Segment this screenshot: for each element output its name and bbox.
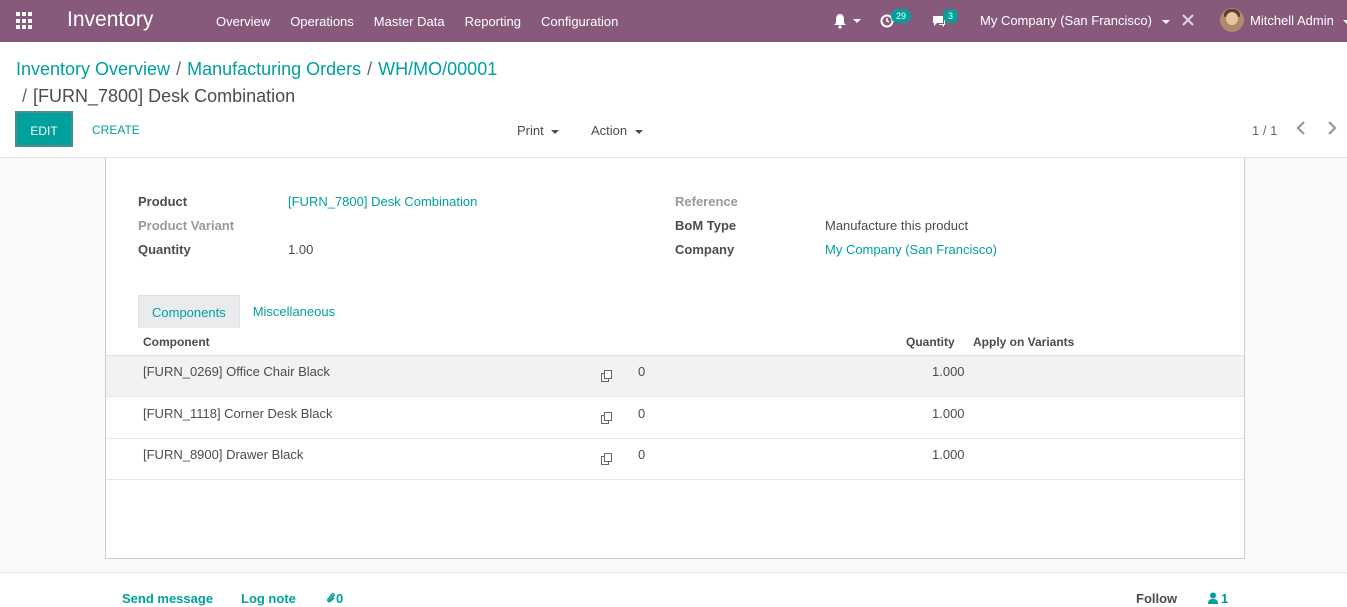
followers-button[interactable]: 1 [1208,591,1228,606]
messages-button[interactable]: 3 [930,8,970,34]
company-name: My Company (San Francisco) [980,13,1152,28]
control-panel: Inventory Overview / Manufacturing Orders /… [0,42,1347,158]
reference-label: Reference [675,194,738,209]
log-note-button[interactable]: Log note [241,591,296,606]
quantity-value: 1.00 [288,242,314,257]
pager-value[interactable]: 1 / 1 [1252,123,1277,138]
bell-icon [834,14,861,29]
message-count-badge: 3 [943,9,959,23]
chatter-bar: Send message Log note 0 Follow 1 [0,572,1347,607]
attachments-button[interactable]: 0 [326,591,343,606]
product-value[interactable]: [FURN_7800] Desk Combination [288,194,477,209]
attachments-count: 0 [336,591,344,606]
activity-count-badge: 29 [891,9,912,23]
main-menu: Overview Operations Master Data Reportin… [206,0,628,42]
send-message-button[interactable]: Send message [122,591,213,606]
breadcrumb-manufacturing-orders[interactable]: Manufacturing Orders [187,59,361,79]
avatar[interactable] [1220,8,1244,32]
followers-count: 1 [1221,591,1229,606]
tab-components[interactable]: Components [138,295,240,328]
user-menu[interactable]: Mitchell Admin [1250,13,1347,28]
component-quantity: 1.000 [932,406,965,421]
breadcrumb-current-line: / [FURN_7800] Desk Combination [22,86,296,106]
component-name: [FURN_1118] Corner Desk Black [143,406,333,421]
menu-overview[interactable]: Overview [206,14,280,29]
user-icon [1208,592,1218,604]
chevron-down-icon [1343,19,1347,24]
edit-button[interactable]: EDIT [15,111,73,147]
copy-icon[interactable] [601,453,613,466]
apps-menu-icon[interactable] [16,12,34,30]
action-label: Action [591,123,628,138]
copy-icon[interactable] [601,370,613,383]
previous-record-icon[interactable] [1294,119,1308,137]
column-header-component[interactable]: Component [143,335,210,349]
paperclip-icon [327,593,335,603]
component-quantity: 1.000 [932,364,965,379]
menu-reporting[interactable]: Reporting [455,14,531,29]
quantity-label: Quantity [138,242,191,257]
debug-tools-icon[interactable] [1181,13,1195,27]
copy-icon[interactable] [601,412,613,425]
next-record-icon[interactable] [1325,119,1339,137]
component-name: [FURN_8900] Drawer Black [143,447,304,462]
component-zero-value: 0 [638,406,646,421]
menu-master-data[interactable]: Master Data [364,14,455,29]
breadcrumb-inventory-overview[interactable]: Inventory Overview [16,59,170,79]
bom-type-value: Manufacture this product [825,218,969,233]
breadcrumb: Inventory Overview / Manufacturing Orders /… [16,59,498,79]
top-navbar: Inventory Overview Operations Master Dat… [0,0,1347,42]
bom-type-label: BoM Type [675,218,737,233]
notebook-tabs: Components Miscellaneous [138,295,348,328]
table-row[interactable]: [FURN_8900] Drawer Black 0 1.000 [106,439,1244,480]
company-label: Company [675,242,735,257]
breadcrumb-current: [FURN_7800] Desk Combination [33,86,296,106]
menu-operations[interactable]: Operations [280,14,364,29]
tab-miscellaneous[interactable]: Miscellaneous [240,295,348,328]
company-switcher[interactable]: My Company (San Francisco) [980,13,1170,28]
table-row[interactable]: [FURN_0269] Office Chair Black 0 1.000 [106,356,1244,397]
chevron-down-icon [551,129,560,134]
notifications-button[interactable] [833,12,863,30]
product-variant-label: Product Variant [138,218,235,233]
table-row[interactable]: [FURN_1118] Corner Desk Black 0 1.000 [106,398,1244,439]
company-value[interactable]: My Company (San Francisco) [825,242,997,257]
form-sheet: Product [FURN_7800] Desk Combination Pro… [105,158,1245,559]
component-quantity: 1.000 [932,447,965,462]
component-zero-value: 0 [638,364,646,379]
chevron-down-icon [634,129,643,134]
product-label: Product [138,194,188,209]
component-name: [FURN_0269] Office Chair Black [143,364,330,379]
menu-configuration[interactable]: Configuration [531,14,628,29]
print-dropdown[interactable]: Print [517,123,560,138]
create-button[interactable]: CREATE [92,123,140,137]
column-header-quantity[interactable]: Quantity [906,335,955,349]
action-dropdown[interactable]: Action [591,123,643,138]
app-name[interactable]: Inventory [67,8,153,32]
activity-button[interactable]: 29 [878,8,918,34]
user-name: Mitchell Admin [1250,13,1334,28]
follow-button[interactable]: Follow [1136,591,1177,606]
breadcrumb-mo-record[interactable]: WH/MO/00001 [378,59,497,79]
component-zero-value: 0 [638,447,646,462]
chevron-down-icon [1161,19,1170,24]
print-label: Print [517,123,544,138]
column-header-apply-on-variants[interactable]: Apply on Variants [973,335,1074,349]
